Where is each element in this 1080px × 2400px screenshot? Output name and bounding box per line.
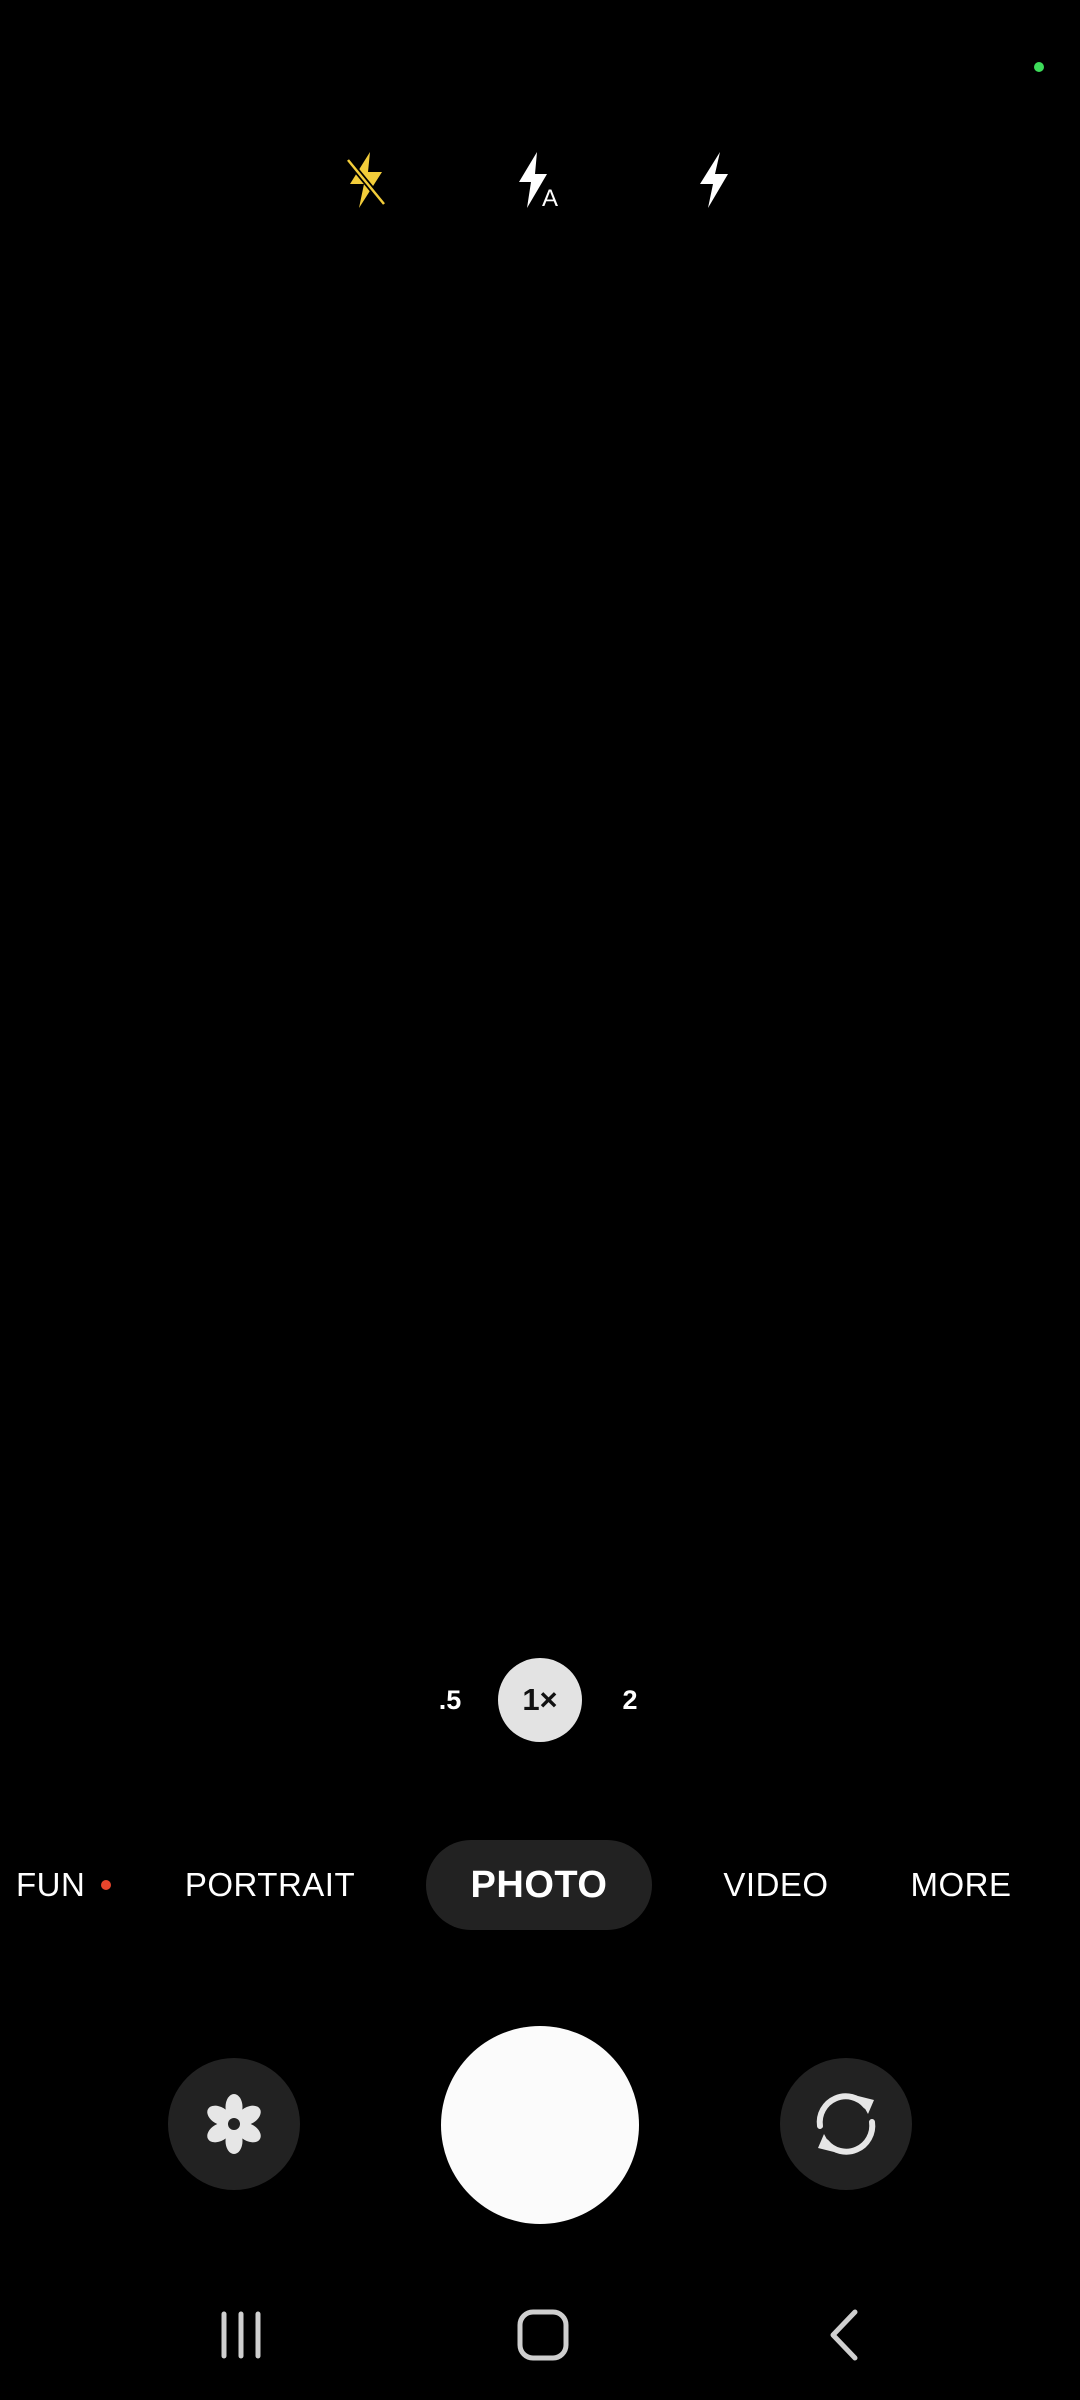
mode-photo[interactable]: PHOTO	[426, 1840, 652, 1930]
mode-more[interactable]: MORE	[900, 1840, 1022, 1930]
camera-in-use-indicator	[1034, 62, 1044, 72]
flash-off-icon	[345, 152, 387, 208]
recents-button[interactable]	[186, 2290, 296, 2380]
home-icon	[517, 2309, 569, 2361]
flash-off-button[interactable]	[326, 140, 406, 220]
zoom-2x-button[interactable]: 2	[590, 1658, 670, 1742]
switch-camera-icon	[816, 2093, 876, 2155]
zoom-1x-button[interactable]: 1×	[498, 1658, 582, 1742]
svg-text:A: A	[542, 185, 558, 210]
effects-button[interactable]	[168, 2058, 300, 2190]
mode-fun-label: FUN	[16, 1866, 86, 1903]
home-button[interactable]	[488, 2290, 598, 2380]
switch-camera-button[interactable]	[780, 2058, 912, 2190]
mode-portrait[interactable]: PORTRAIT	[180, 1840, 360, 1930]
flash-auto-icon: A	[519, 152, 558, 210]
back-button[interactable]	[790, 2290, 900, 2380]
flash-auto-button[interactable]: A	[500, 140, 580, 220]
new-badge-dot	[101, 1880, 112, 1890]
zoom-0.5x-button[interactable]: .5	[410, 1658, 490, 1742]
recents-icon	[221, 2311, 261, 2359]
flower-icon	[207, 2094, 261, 2154]
back-icon	[830, 2309, 858, 2361]
flash-on-button[interactable]	[674, 140, 754, 220]
shutter-button[interactable]	[441, 2026, 639, 2224]
flash-on-icon	[700, 152, 728, 208]
mode-fun[interactable]: FUN	[0, 1840, 130, 1930]
mode-video[interactable]: VIDEO	[710, 1840, 842, 1930]
